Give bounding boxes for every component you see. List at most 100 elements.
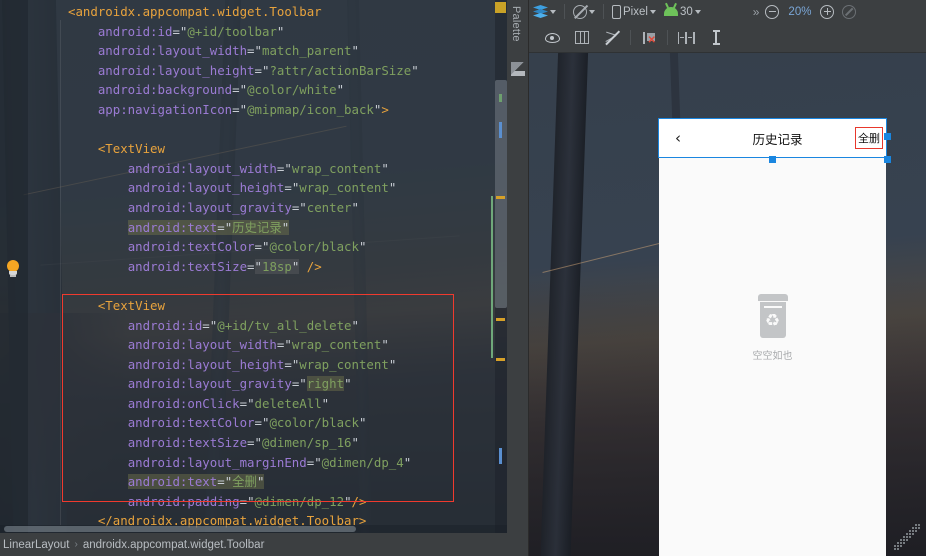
ide-window: <androidx.appcompat.widget.Toolbar andro… bbox=[0, 0, 926, 556]
api-selector[interactable]: 30 bbox=[660, 0, 705, 23]
toolbar-overflow-button[interactable]: » bbox=[749, 5, 762, 19]
code-token: " bbox=[358, 415, 367, 431]
code-token: android:layout_width bbox=[127, 337, 277, 353]
code-token: " bbox=[247, 395, 255, 411]
code-token: @mipmap/icon_back bbox=[247, 101, 374, 117]
code-token: ?attr/actionBarSize bbox=[269, 62, 412, 78]
code-token: " bbox=[239, 82, 248, 98]
toggle-decorations-button[interactable] bbox=[567, 25, 597, 51]
palette-label: Palette bbox=[510, 6, 522, 42]
code-line[interactable]: android:layout_gravity="center" bbox=[0, 198, 507, 218]
zoom-out-button[interactable] bbox=[761, 0, 783, 23]
code-line[interactable]: android:layout_height="wrap_content" bbox=[0, 178, 507, 198]
breadcrumb-parent[interactable]: LinearLayout bbox=[3, 539, 70, 551]
code-token: " bbox=[336, 82, 345, 98]
code-token: = bbox=[202, 317, 210, 333]
toggle-visibility-button[interactable] bbox=[537, 25, 567, 51]
marker-blue-2[interactable] bbox=[499, 448, 502, 464]
resize-handle-bottom[interactable] bbox=[769, 156, 776, 163]
code-token: " bbox=[388, 180, 397, 196]
issues-button[interactable]: ✕ bbox=[634, 25, 664, 51]
code-line[interactable]: android:onClick="deleteAll" bbox=[0, 394, 507, 414]
code-token: = bbox=[254, 239, 262, 255]
horizontal-guidelines-button[interactable] bbox=[671, 25, 701, 51]
code-line[interactable]: <TextView bbox=[0, 296, 507, 316]
toggle-constraints-button[interactable] bbox=[597, 25, 627, 51]
code-line[interactable]: android:layout_width="wrap_content" bbox=[0, 335, 507, 355]
code-line[interactable]: android:text="全删" bbox=[0, 472, 507, 492]
breadcrumb-current[interactable]: androidx.appcompat.widget.Toolbar bbox=[83, 539, 265, 551]
code-line[interactable]: <TextView bbox=[0, 139, 507, 159]
code-content[interactable]: <androidx.appcompat.widget.Toolbar andro… bbox=[0, 0, 507, 533]
code-token: android:textSize bbox=[127, 435, 248, 451]
editor-horizontal-scroll-thumb[interactable] bbox=[4, 526, 356, 532]
code-line[interactable]: android:textSize="@dimen/sp_16" bbox=[0, 433, 507, 453]
code-line[interactable]: android:padding="@dimen/dp_12"/> bbox=[0, 492, 507, 512]
code-line[interactable]: android:id="@+id/tv_all_delete" bbox=[0, 316, 507, 336]
editor-vertical-scrollbar[interactable] bbox=[495, 80, 507, 308]
code-line[interactable] bbox=[0, 120, 507, 140]
marker-yellow-1[interactable] bbox=[496, 196, 505, 199]
code-line[interactable]: android:textColor="@color/black" bbox=[0, 413, 507, 433]
code-token: android:id bbox=[97, 23, 173, 39]
device-preview[interactable]: ‹ 历史记录 全删 ♻ 空空如也 bbox=[658, 118, 891, 556]
orientation-button[interactable] bbox=[569, 0, 599, 23]
code-line[interactable]: android:layout_width="wrap_content" bbox=[0, 159, 507, 179]
resize-grip[interactable] bbox=[894, 524, 920, 550]
vertical-resize-button[interactable] bbox=[701, 25, 731, 51]
code-line[interactable]: android:textSize="18sp" /> bbox=[0, 257, 507, 277]
code-line[interactable]: android:layout_gravity="right" bbox=[0, 374, 507, 394]
grip-dot bbox=[903, 536, 905, 538]
zoom-in-button[interactable] bbox=[816, 0, 838, 23]
delete-all-label[interactable]: 全删 bbox=[858, 130, 886, 146]
app-toolbar[interactable]: ‹ 历史记录 全删 bbox=[659, 119, 886, 157]
code-line[interactable]: android:text="历史记录" bbox=[0, 218, 507, 238]
marker-yellow-2[interactable] bbox=[496, 318, 505, 321]
code-line[interactable]: android:textColor="@color/black" bbox=[0, 237, 507, 257]
design-mode-button[interactable] bbox=[529, 0, 560, 23]
grip-dot bbox=[897, 542, 899, 544]
palette-tool-tab[interactable]: Palette bbox=[507, 0, 529, 556]
code-token: android:layout_height bbox=[127, 180, 285, 196]
code-line[interactable]: <androidx.appcompat.widget.Toolbar bbox=[0, 2, 507, 22]
warning-marker[interactable] bbox=[495, 2, 506, 13]
breadcrumb[interactable]: LinearLayout › androidx.appcompat.widget… bbox=[0, 533, 507, 556]
code-token: android:onClick bbox=[127, 395, 240, 411]
back-arrow-icon[interactable]: ‹ bbox=[659, 129, 697, 147]
zoom-to-fit-button[interactable] bbox=[838, 0, 860, 23]
xml-code-editor[interactable]: <androidx.appcompat.widget.Toolbar andro… bbox=[0, 0, 507, 533]
code-line[interactable]: android:layout_height= "?attr/actionBarSi… bbox=[0, 61, 507, 81]
code-line[interactable]: android:layout_height="wrap_content" bbox=[0, 355, 507, 375]
code-token: " bbox=[358, 239, 367, 255]
code-line[interactable]: app:navigationIcon="@mipmap/icon_back"> bbox=[0, 100, 507, 120]
device-selector[interactable]: Pixel bbox=[608, 0, 660, 23]
code-token: match_parent bbox=[261, 43, 352, 59]
zoom-in-icon bbox=[820, 4, 835, 19]
marker-yellow-3[interactable] bbox=[496, 358, 505, 361]
toolbar-divider bbox=[564, 4, 565, 19]
code-token: = bbox=[172, 23, 180, 39]
editor-horizontal-scrollbar[interactable] bbox=[0, 525, 507, 533]
code-line[interactable]: android:layout_marginEnd="@dimen/dp_4" bbox=[0, 453, 507, 473]
grip-dot bbox=[900, 542, 902, 544]
code-token: = bbox=[217, 219, 225, 235]
editor-marker-strip[interactable] bbox=[495, 0, 507, 533]
code-line[interactable] bbox=[0, 276, 507, 296]
code-token: " bbox=[314, 454, 322, 470]
code-line[interactable]: android:layout_width="match_parent" bbox=[0, 41, 507, 61]
code-line[interactable]: android:id="@+id/toolbar" bbox=[0, 22, 507, 42]
preview-canvas[interactable]: ‹ 历史记录 全删 ♻ 空空如也 bbox=[529, 53, 926, 556]
code-line[interactable]: android:background="@color/white" bbox=[0, 80, 507, 100]
marker-blue-1[interactable] bbox=[499, 122, 502, 138]
marker-green[interactable] bbox=[499, 94, 502, 102]
grip-dot bbox=[915, 527, 917, 529]
code-token: " bbox=[254, 258, 262, 274]
